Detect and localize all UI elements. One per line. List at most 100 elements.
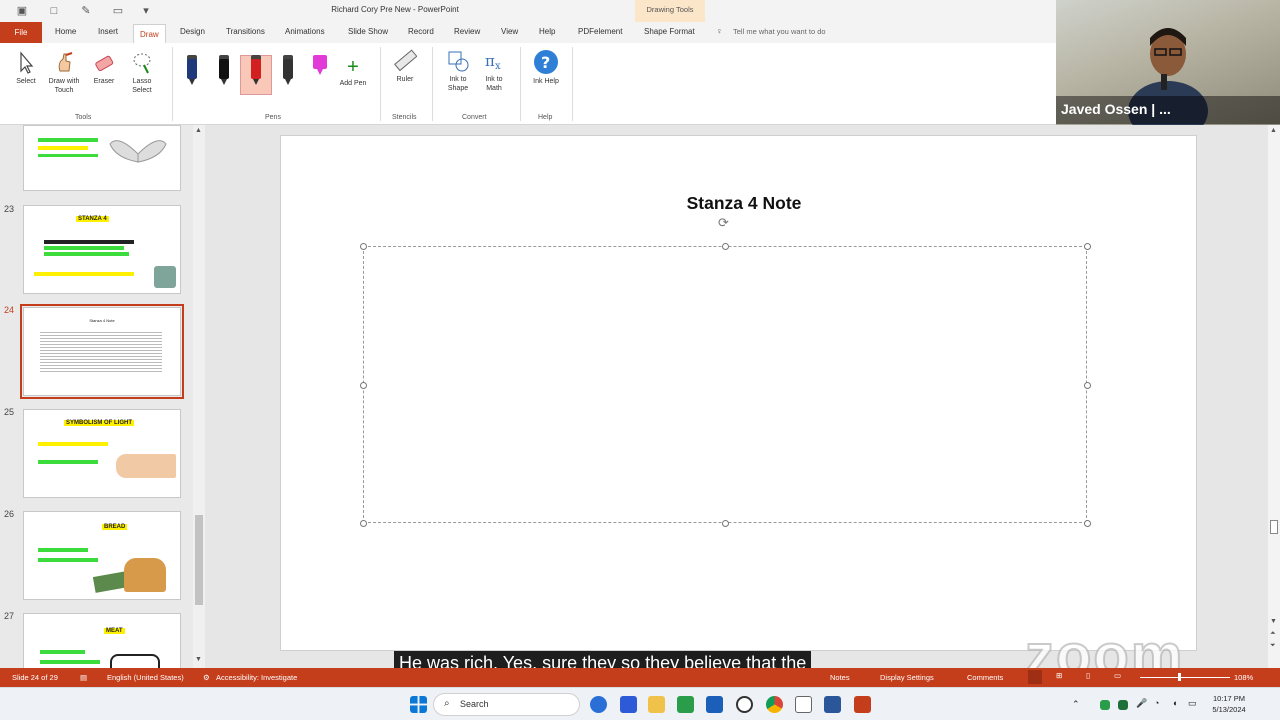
slide-title[interactable]: Stanza 4 Note — [281, 193, 1207, 214]
tab-design[interactable]: Design — [180, 27, 205, 43]
taskbar-search[interactable]: ⌕ Search — [433, 693, 580, 716]
tab-file[interactable]: File — [0, 22, 42, 43]
thumbnail-22[interactable] — [23, 125, 181, 191]
ribbon-separator — [432, 47, 433, 121]
tab-home[interactable]: Home — [55, 27, 76, 43]
tab-slide-show[interactable]: Slide Show — [348, 27, 388, 43]
thumbnail-scrollbar[interactable]: ▲ ▼ — [193, 125, 205, 668]
file-explorer-icon[interactable] — [648, 696, 665, 713]
tab-draw[interactable]: Draw — [133, 24, 166, 43]
tab-insert[interactable]: Insert — [98, 27, 118, 43]
spell-check-icon[interactable]: ▤ — [80, 673, 87, 682]
battery-icon[interactable]: ▭ — [1188, 698, 1198, 715]
notes-button[interactable]: Notes — [830, 673, 850, 682]
editor-scrollbar[interactable]: ▲ ▼ ⏶ ⏷ — [1268, 125, 1280, 668]
thumbnail-26[interactable]: BREAD — [23, 511, 181, 600]
scroll-up-icon[interactable]: ▲ — [195, 127, 202, 134]
scrollbar-thumb[interactable] — [195, 515, 203, 605]
tab-pdfelement[interactable]: PDFelement — [578, 27, 622, 43]
help-icon: ? — [534, 50, 558, 74]
resize-handle[interactable] — [360, 520, 367, 527]
tray-icon[interactable] — [1100, 700, 1110, 710]
rotate-handle-icon[interactable]: ⟳ — [718, 216, 732, 230]
draw-with-touch-button[interactable]: Draw with Touch — [43, 51, 85, 95]
resize-handle[interactable] — [1084, 520, 1091, 527]
powerpoint-icon[interactable] — [854, 696, 871, 713]
zoom-slider-thumb[interactable] — [1178, 673, 1181, 681]
word-icon[interactable] — [824, 696, 841, 713]
scroll-down-icon[interactable]: ▼ — [195, 656, 202, 663]
thumbnail-27[interactable]: MEAT — [23, 613, 181, 668]
tab-help[interactable]: Help — [539, 27, 555, 43]
ribbon-separator — [520, 47, 521, 121]
pen-navy[interactable] — [182, 53, 202, 89]
tab-shape-format[interactable]: Shape Format — [644, 27, 695, 43]
ink-to-math-button[interactable]: πx Ink to Math — [478, 49, 510, 93]
thumbnail-number: 27 — [4, 611, 15, 621]
thumbnail-number: 24 — [4, 305, 15, 315]
resize-handle[interactable] — [722, 520, 729, 527]
tab-record[interactable]: Record — [408, 27, 434, 43]
reading-view-icon[interactable]: ▯ — [1086, 671, 1090, 680]
zoom-app-icon[interactable] — [620, 696, 637, 713]
prev-slide-icon[interactable]: ⏶ — [1270, 630, 1276, 638]
thumbnail-23[interactable]: STANZA 4 — [23, 205, 181, 294]
app-icon[interactable] — [736, 696, 753, 713]
thumbnail-24[interactable]: Stanza 4 Note — [20, 304, 184, 399]
tab-view[interactable]: View — [501, 27, 518, 43]
slide-canvas[interactable]: Stanza 4 Note ⟳ — [280, 135, 1197, 651]
speaker-icon[interactable]: ◖ — [1172, 698, 1182, 715]
tray-overflow-icon[interactable]: ⌃ — [1072, 699, 1082, 716]
thumbnail-25[interactable]: SYMBOLISM OF LIGHT — [23, 409, 181, 498]
tell-me-search[interactable]: Tell me what you want to do — [733, 27, 826, 36]
language-indicator[interactable]: English (United States) — [107, 673, 184, 682]
zoom-slider[interactable] — [1140, 677, 1230, 678]
slideshow-view-icon[interactable]: ▭ — [1114, 671, 1121, 680]
tab-transitions[interactable]: Transitions — [226, 27, 265, 43]
resize-handle[interactable] — [360, 243, 367, 250]
system-clock[interactable]: 10:17 PM 5/13/2024 — [1205, 693, 1253, 715]
slide-thumbnail-pane: 23 STANZA 4 24 Stanza 4 Note 25 SYMBOLIS… — [0, 125, 205, 668]
select-button[interactable]: Select — [12, 51, 40, 86]
resize-handle[interactable] — [1084, 382, 1091, 389]
accessibility-status[interactable]: Accessibility: Investigate — [216, 673, 297, 682]
text-box[interactable] — [360, 243, 1091, 527]
store-icon[interactable] — [677, 696, 694, 713]
scroll-up-icon[interactable]: ▲ — [1270, 127, 1277, 134]
scroll-down-icon[interactable]: ▼ — [1270, 618, 1277, 625]
tab-review[interactable]: Review — [454, 27, 480, 43]
pen-dark-gray[interactable] — [278, 53, 298, 89]
display-settings-button[interactable]: Display Settings — [880, 673, 934, 682]
accessibility-icon[interactable]: ⚙ — [203, 673, 210, 682]
windows-start-icon[interactable] — [410, 696, 427, 713]
mail-icon[interactable] — [706, 696, 723, 713]
resize-handle[interactable] — [722, 243, 729, 250]
resize-handle[interactable] — [360, 382, 367, 389]
tab-animations[interactable]: Animations — [285, 27, 325, 43]
tray-icon[interactable] — [1118, 700, 1128, 710]
normal-view-icon[interactable] — [1028, 670, 1042, 684]
lasso-select-button[interactable]: Lasso Select — [124, 51, 160, 95]
app-icon[interactable] — [795, 696, 812, 713]
ink-help-button[interactable]: ? Ink Help — [530, 49, 562, 86]
chrome-icon[interactable] — [766, 696, 783, 713]
pen-black[interactable] — [214, 53, 234, 89]
scrollbar-thumb[interactable] — [1270, 520, 1278, 534]
next-slide-icon[interactable]: ⏷ — [1270, 642, 1276, 650]
resize-handle[interactable] — [1084, 243, 1091, 250]
zoom-level[interactable]: 108% — [1234, 673, 1253, 682]
add-pen-button[interactable]: + Add Pen — [338, 57, 368, 88]
touch-draw-icon — [58, 52, 73, 72]
thumbnail-title: MEAT — [104, 628, 125, 634]
slide-sorter-icon[interactable]: ⊞ — [1056, 671, 1062, 680]
ruler-button[interactable]: Ruler — [390, 49, 420, 84]
microphone-icon[interactable]: 🎤 — [1136, 698, 1147, 715]
taskbar: ⌕ Search ⌃ 🎤 ◔ ◖ ▭ 10:17 PM 5/13/2024 — [0, 687, 1280, 720]
pen-red[interactable] — [246, 53, 266, 89]
wifi-icon[interactable]: ◔ — [1154, 698, 1164, 715]
eraser-button[interactable]: Eraser — [89, 51, 119, 86]
highlighter-pink[interactable] — [310, 53, 330, 89]
edge-icon[interactable] — [590, 696, 607, 713]
comments-button[interactable]: Comments — [967, 673, 1003, 682]
ink-to-shape-button[interactable]: Ink to Shape — [442, 49, 474, 93]
